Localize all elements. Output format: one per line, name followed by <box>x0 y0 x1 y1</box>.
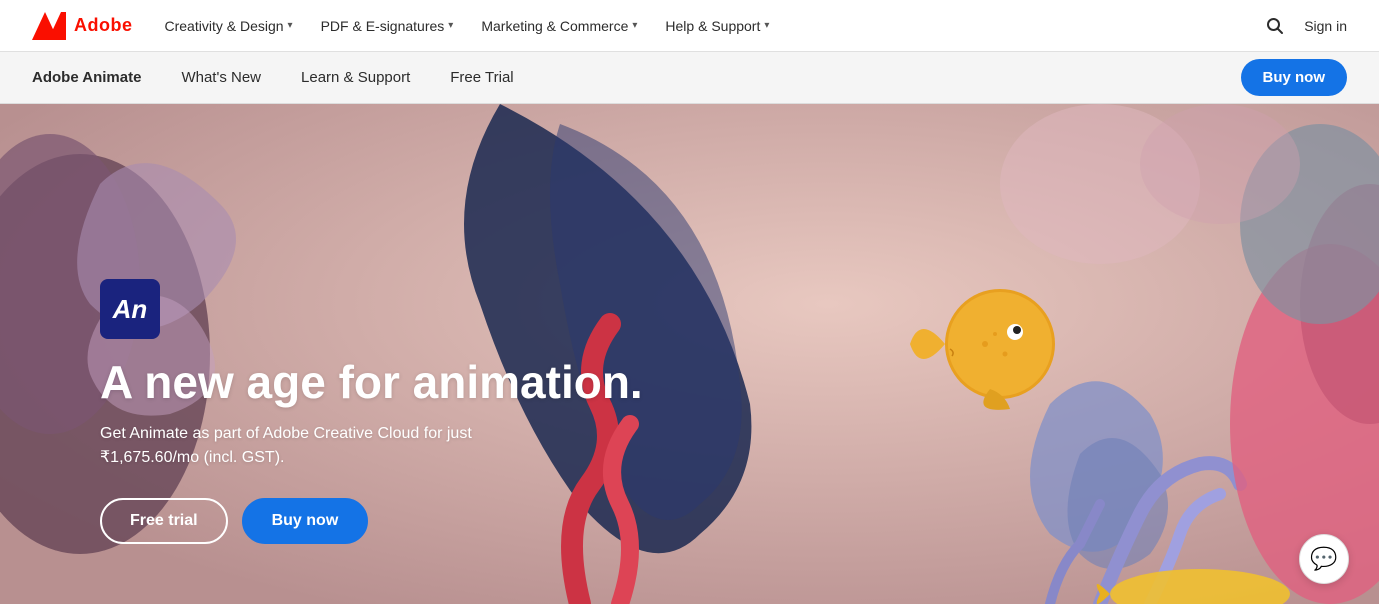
nav-link-creativity[interactable]: Creativity & Design ▾ <box>165 18 293 34</box>
adobe-brand-name: Adobe <box>74 15 133 36</box>
nav-item-pdf[interactable]: PDF & E-signatures ▾ <box>321 18 454 34</box>
chat-widget[interactable]: 💬 <box>1299 534 1349 584</box>
hero-content: An A new age for animation. Get Animate … <box>100 279 643 544</box>
nav-label-pdf: PDF & E-signatures <box>321 18 445 34</box>
chevron-down-icon: ▾ <box>764 20 769 31</box>
hero-headline: A new age for animation. <box>100 357 643 408</box>
subnav-item-whats-new[interactable]: What's New <box>181 69 261 87</box>
nav-item-creativity[interactable]: Creativity & Design ▾ <box>165 18 293 34</box>
search-button[interactable] <box>1266 17 1284 35</box>
animate-app-logo: An <box>100 279 160 339</box>
product-name-label: Adobe Animate <box>32 69 141 86</box>
nav-link-pdf[interactable]: PDF & E-signatures ▾ <box>321 18 454 34</box>
chevron-down-icon: ▾ <box>632 20 637 31</box>
nav-label-help: Help & Support <box>665 18 760 34</box>
hero-section: An A new age for animation. Get Animate … <box>0 104 1379 604</box>
top-navigation: Adobe Creativity & Design ▾ PDF & E-sign… <box>0 0 1379 52</box>
nav-link-help[interactable]: Help & Support ▾ <box>665 18 769 34</box>
sub-navigation: Adobe Animate What's New Learn & Support… <box>0 52 1379 104</box>
chevron-down-icon: ▾ <box>288 20 293 31</box>
nav-link-marketing[interactable]: Marketing & Commerce ▾ <box>481 18 637 34</box>
animate-logo-text: An <box>113 294 148 325</box>
search-icon <box>1266 17 1284 35</box>
hero-buy-now-button[interactable]: Buy now <box>242 498 369 544</box>
sign-in-link[interactable]: Sign in <box>1304 18 1347 34</box>
subnav-buy-now-button[interactable]: Buy now <box>1241 59 1348 96</box>
nav-item-help[interactable]: Help & Support ▾ <box>665 18 769 34</box>
chevron-down-icon: ▾ <box>448 20 453 31</box>
subnav-link-free-trial[interactable]: Free Trial <box>450 69 513 86</box>
product-name-link[interactable]: Adobe Animate <box>32 69 141 86</box>
adobe-icon <box>32 12 66 40</box>
subnav-item-free-trial[interactable]: Free Trial <box>450 69 513 87</box>
hero-subtext: Get Animate as part of Adobe Creative Cl… <box>100 422 643 470</box>
top-nav-left: Adobe Creativity & Design ▾ PDF & E-sign… <box>32 12 769 40</box>
top-nav-right: Sign in <box>1266 17 1347 35</box>
subnav-item-learn-support[interactable]: Learn & Support <box>301 69 410 87</box>
top-nav-links: Creativity & Design ▾ PDF & E-signatures… <box>165 18 770 34</box>
nav-label-creativity: Creativity & Design <box>165 18 284 34</box>
subnav-link-learn-support[interactable]: Learn & Support <box>301 69 410 86</box>
nav-label-marketing: Marketing & Commerce <box>481 18 628 34</box>
sub-nav-links: What's New Learn & Support Free Trial <box>181 69 1200 87</box>
subnav-link-whats-new[interactable]: What's New <box>181 69 261 86</box>
hero-buttons: Free trial Buy now <box>100 498 643 544</box>
adobe-logo-link[interactable]: Adobe <box>32 12 133 40</box>
free-trial-button[interactable]: Free trial <box>100 498 228 544</box>
chat-icon: 💬 <box>1310 546 1337 572</box>
nav-item-marketing[interactable]: Marketing & Commerce ▾ <box>481 18 637 34</box>
